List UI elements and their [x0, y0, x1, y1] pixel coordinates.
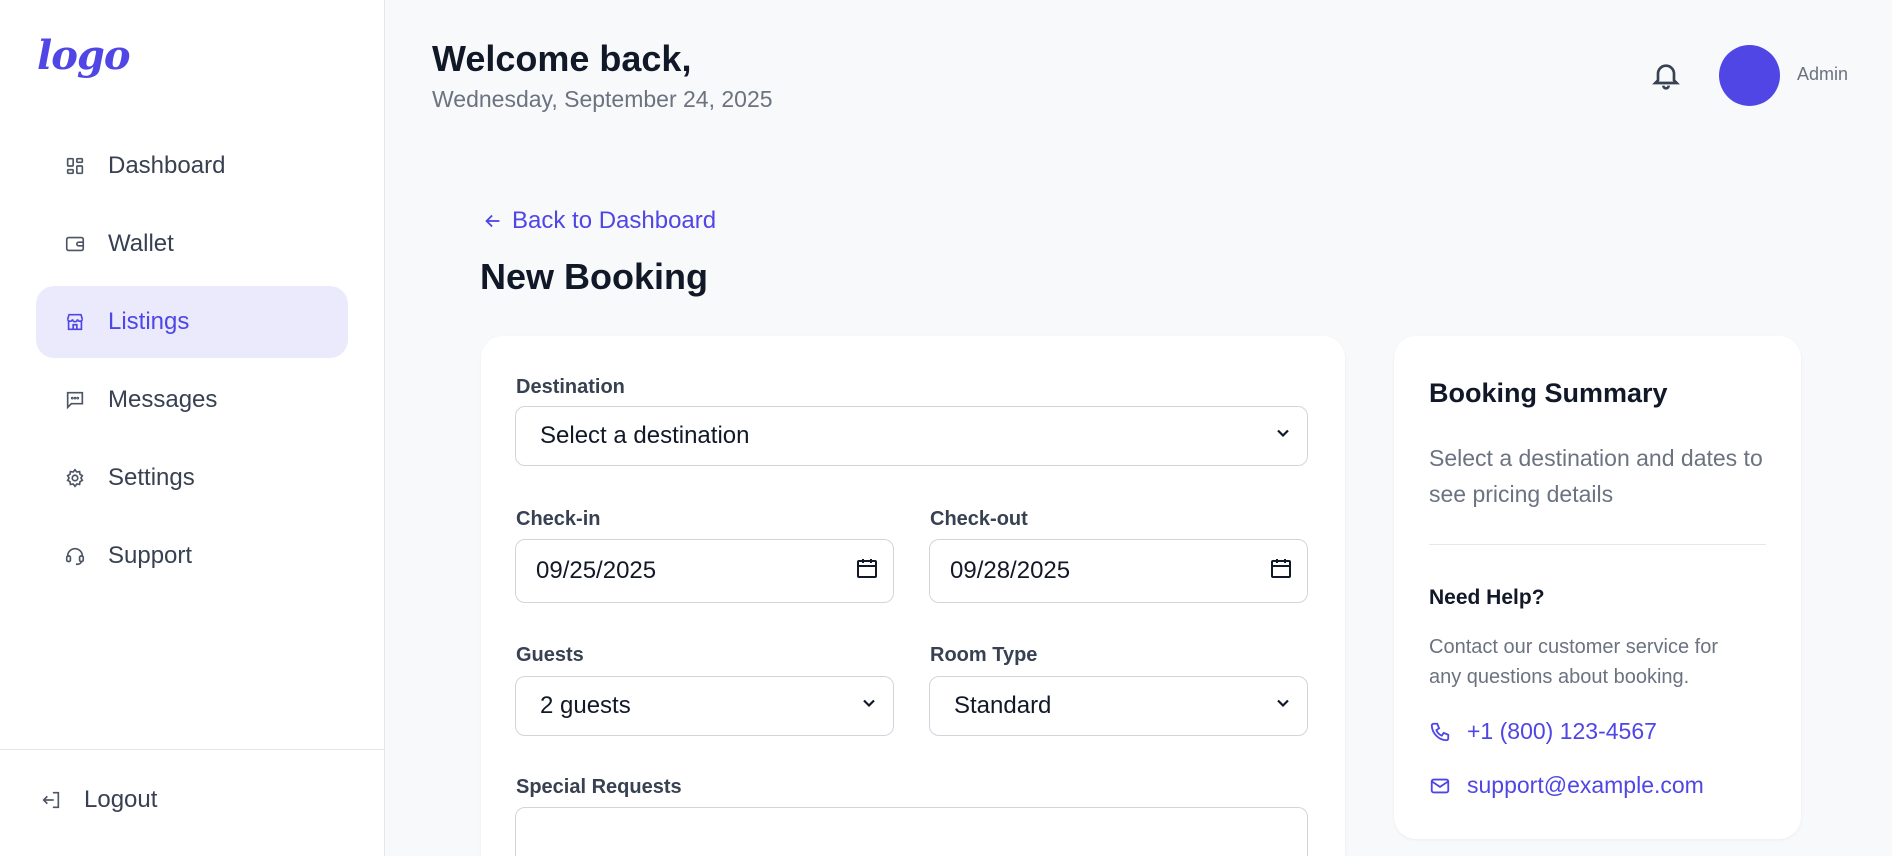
user-role-label: Admin — [1797, 64, 1849, 84]
sidebar-item-label: Settings — [108, 464, 195, 491]
sidebar-item-support[interactable]: Support — [36, 520, 348, 592]
email-link[interactable]: support@example.com — [1429, 772, 1704, 799]
email-address: support@example.com — [1467, 772, 1704, 798]
room-type-value: Standard — [954, 692, 1052, 719]
mail-icon — [1430, 778, 1450, 793]
guests-select[interactable]: 2 guests — [515, 676, 894, 736]
sidebar-item-wallet[interactable]: Wallet — [36, 208, 348, 280]
notifications-button[interactable] — [1650, 58, 1682, 92]
headset-icon — [64, 545, 86, 567]
summary-title: Booking Summary — [1429, 378, 1668, 408]
phone-icon — [1430, 722, 1450, 741]
sidebar-item-listings[interactable]: Listings — [36, 286, 348, 358]
arrow-left-icon — [485, 214, 500, 228]
calendar-icon[interactable] — [1269, 556, 1293, 587]
store-icon — [64, 311, 86, 333]
phone-link[interactable]: +1 (800) 123-4567 — [1429, 718, 1657, 745]
calendar-icon[interactable] — [855, 556, 879, 587]
sidebar-footer: Logout — [0, 749, 385, 856]
room-type-label: Room Type — [930, 644, 1038, 666]
check-in-value: 09/25/2025 — [536, 557, 657, 584]
sidebar-item-label: Listings — [108, 308, 190, 335]
destination-value: Select a destination — [540, 422, 750, 449]
sidebar-item-label: Dashboard — [108, 152, 226, 179]
booking-form-card: Destination Select a destination Check-i… — [481, 336, 1345, 856]
sidebar-item-label: Support — [108, 542, 193, 569]
current-date: Wednesday, September 24, 2025 — [432, 86, 773, 112]
guests-label: Guests — [516, 644, 584, 666]
check-out-label: Check-out — [930, 508, 1028, 530]
help-title: Need Help? — [1429, 586, 1545, 609]
avatar[interactable] — [1719, 45, 1780, 106]
message-icon — [64, 389, 86, 411]
back-link-label: Back to Dashboard — [512, 207, 717, 234]
special-requests-textarea[interactable] — [515, 807, 1308, 856]
gear-icon — [64, 467, 86, 489]
chevron-down-icon — [1273, 422, 1293, 450]
help-text: Contact our customer service for any que… — [1429, 636, 1718, 688]
sidebar-item-dashboard[interactable]: Dashboard — [36, 130, 348, 202]
dashboard-icon — [64, 155, 86, 177]
back-to-dashboard-link[interactable]: Back to Dashboard — [482, 207, 716, 235]
sidebar-item-label: Messages — [108, 386, 218, 413]
booking-summary-card: Booking Summary Select a destination and… — [1394, 336, 1801, 839]
page-title: New Booking — [480, 256, 709, 297]
sidebar: logo Dashboard Wallet Listings Messages — [0, 0, 385, 856]
chevron-down-icon — [859, 692, 879, 720]
divider — [1429, 544, 1766, 545]
sidebar-item-settings[interactable]: Settings — [36, 442, 348, 514]
logo[interactable]: logo — [37, 32, 131, 79]
phone-number: +1 (800) 123-4567 — [1467, 718, 1657, 744]
welcome-heading: Welcome back, — [432, 38, 692, 79]
destination-select[interactable]: Select a destination — [515, 406, 1308, 466]
sidebar-item-messages[interactable]: Messages — [36, 364, 348, 436]
sidebar-nav: Dashboard Wallet Listings Messages Setti… — [36, 130, 348, 598]
bell-icon — [1652, 64, 1680, 90]
logout-icon — [42, 791, 60, 809]
check-in-date-input[interactable]: 09/25/2025 — [515, 539, 894, 603]
logout-label: Logout — [84, 786, 158, 813]
logout-button[interactable]: Logout — [40, 786, 157, 814]
check-in-label: Check-in — [516, 508, 601, 530]
destination-label: Destination — [516, 376, 625, 398]
sidebar-item-label: Wallet — [108, 230, 174, 257]
check-out-value: 09/28/2025 — [950, 557, 1071, 584]
wallet-icon — [64, 233, 86, 255]
special-requests-label: Special Requests — [516, 776, 682, 798]
room-type-select[interactable]: Standard — [929, 676, 1308, 736]
check-out-date-input[interactable]: 09/28/2025 — [929, 539, 1308, 603]
guests-value: 2 guests — [540, 692, 631, 719]
summary-text: Select a destination and dates to see pr… — [1429, 445, 1763, 507]
chevron-down-icon — [1273, 692, 1293, 720]
